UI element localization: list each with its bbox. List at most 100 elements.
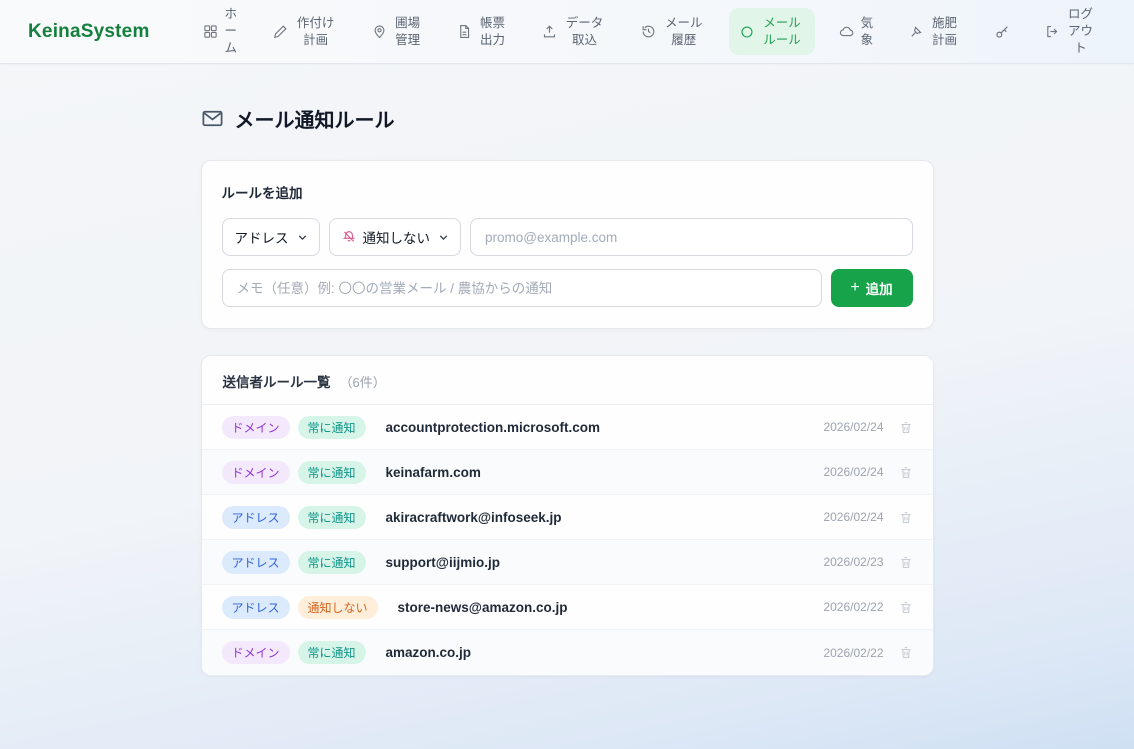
add-rule-card: ルールを追加 アドレス 通知しない + [201, 160, 934, 329]
nav-item-report-output[interactable]: 帳票出力 [446, 8, 518, 56]
pencil-icon [273, 24, 288, 39]
rule-action-badge: 常に通知 [298, 506, 366, 529]
delete-rule-button[interactable] [899, 465, 913, 480]
rule-action-badge: 常に通知 [298, 641, 366, 664]
rule-row: アドレス 通知しない store-news@amazon.co.jp 2026/… [202, 585, 933, 630]
rule-row: アドレス 常に通知 akiracraftwork@infoseek.jp 202… [202, 495, 933, 540]
rule-type-badge: ドメイン [222, 416, 290, 439]
sender-rule-list-card: 送信者ルール一覧 （6件） ドメイン 常に通知 accountprotectio… [201, 355, 934, 676]
nav-item-home[interactable]: ホーム [192, 0, 249, 64]
key-icon [994, 24, 1010, 40]
rule-address: store-news@amazon.co.jp [398, 600, 568, 615]
map-pin-icon [372, 24, 387, 39]
upload-icon [542, 24, 557, 39]
rule-address: amazon.co.jp [386, 645, 472, 660]
nav-item-logout[interactable]: ログアウト [1034, 0, 1106, 64]
trowel-icon [909, 24, 924, 39]
nav-label: ログアウト [1066, 6, 1095, 57]
delete-rule-button[interactable] [899, 600, 913, 615]
trash-icon [899, 555, 913, 570]
nav-item-field-management[interactable]: 圃場管理 [361, 8, 433, 56]
trash-icon [899, 600, 913, 615]
chevron-down-icon [296, 231, 309, 244]
rule-list-header: 送信者ルール一覧 （6件） [202, 356, 933, 405]
envelope-icon [201, 107, 224, 130]
rule-date: 2026/02/22 [823, 646, 883, 660]
nav-item-weather[interactable]: 気象 [828, 8, 885, 56]
page-title: メール通知ルール [235, 104, 395, 133]
rule-action-badge: 常に通知 [298, 416, 366, 439]
add-rule-row-2: + 追加 [222, 269, 913, 307]
cloud-icon [839, 24, 854, 39]
nav-item-fertilizer-plan[interactable]: 施肥計画 [898, 8, 970, 56]
main-content: メール通知ルール ルールを追加 アドレス 通知しない [201, 64, 934, 676]
rule-action-badge: 通知しない [298, 596, 378, 619]
rule-date: 2026/02/24 [823, 510, 883, 524]
document-icon [457, 24, 472, 39]
rule-address: accountprotection.microsoft.com [386, 420, 601, 435]
add-rule-row-1: アドレス 通知しない [222, 218, 913, 256]
nav-label: メール履歴 [662, 15, 705, 49]
trash-icon [899, 420, 913, 435]
rule-type-value: アドレス [235, 227, 289, 247]
rule-address: keinafarm.com [386, 465, 481, 480]
nav-item-data-import[interactable]: データ取込 [531, 8, 617, 56]
nav-label: 圃場管理 [393, 15, 422, 49]
memo-input[interactable] [222, 269, 822, 307]
nav-label: 施肥計画 [930, 15, 959, 49]
circle-icon [740, 25, 754, 39]
nav-label: ホーム [224, 6, 238, 57]
rule-row: ドメイン 常に通知 amazon.co.jp 2026/02/22 [202, 630, 933, 675]
rule-list-count: （6件） [340, 372, 386, 391]
plus-icon: + [850, 280, 859, 296]
delete-rule-button[interactable] [899, 555, 913, 570]
app-logo[interactable]: KeinaSystem [28, 21, 150, 43]
rule-action-badge: 常に通知 [298, 551, 366, 574]
delete-rule-button[interactable] [899, 510, 913, 525]
nav-item-mail-rules[interactable]: メールルール [729, 8, 814, 56]
rule-type-badge: アドレス [222, 551, 290, 574]
trash-icon [899, 645, 913, 660]
rule-action-select[interactable]: 通知しない [329, 218, 462, 256]
delete-rule-button[interactable] [899, 420, 913, 435]
bell-off-icon [342, 230, 356, 244]
rule-type-badge: ドメイン [222, 641, 290, 664]
logout-icon [1045, 24, 1060, 39]
rule-date: 2026/02/24 [823, 420, 883, 434]
rule-address: support@iijmio.jp [386, 555, 500, 570]
nav-item-mail-history[interactable]: メール履歴 [630, 8, 716, 56]
rule-date: 2026/02/23 [823, 555, 883, 569]
trash-icon [899, 510, 913, 525]
nav-item-planting-plan[interactable]: 作付け計画 [262, 8, 348, 56]
delete-rule-button[interactable] [899, 645, 913, 660]
add-rule-title: ルールを追加 [222, 182, 913, 202]
home-icon [203, 24, 218, 39]
rule-action-badge: 常に通知 [298, 461, 366, 484]
trash-icon [899, 465, 913, 480]
rule-row: アドレス 常に通知 support@iijmio.jp 2026/02/23 [202, 540, 933, 585]
nav-label: メールルール [760, 15, 803, 49]
rule-type-badge: ドメイン [222, 461, 290, 484]
address-input[interactable] [470, 218, 913, 256]
rule-type-badge: アドレス [222, 596, 290, 619]
nav-label: データ取込 [563, 15, 606, 49]
nav-label: 作付け計画 [294, 15, 337, 49]
rule-row: ドメイン 常に通知 keinafarm.com 2026/02/24 [202, 450, 933, 495]
rule-address: akiracraftwork@infoseek.jp [386, 510, 562, 525]
add-rule-button[interactable]: + 追加 [831, 269, 913, 307]
rule-type-select[interactable]: アドレス [222, 218, 320, 256]
rule-list-title: 送信者ルール一覧 [223, 371, 331, 391]
history-icon [641, 24, 656, 39]
rule-action-value: 通知しない [363, 227, 431, 247]
add-button-label: 追加 [866, 278, 893, 298]
rule-date: 2026/02/22 [823, 600, 883, 614]
main-nav: ホーム 作付け計画 圃場管理 帳票出力 データ取込 [192, 0, 1106, 64]
rule-date: 2026/02/24 [823, 465, 883, 479]
nav-label: 帳票出力 [478, 15, 507, 49]
nav-item-password-key[interactable] [983, 17, 1021, 47]
rule-row: ドメイン 常に通知 accountprotection.microsoft.co… [202, 405, 933, 450]
page-header: メール通知ルール [201, 104, 934, 133]
rule-type-badge: アドレス [222, 506, 290, 529]
top-navbar: KeinaSystem ホーム 作付け計画 圃場管理 帳票出力 [0, 0, 1134, 64]
nav-label: 気象 [860, 15, 874, 49]
